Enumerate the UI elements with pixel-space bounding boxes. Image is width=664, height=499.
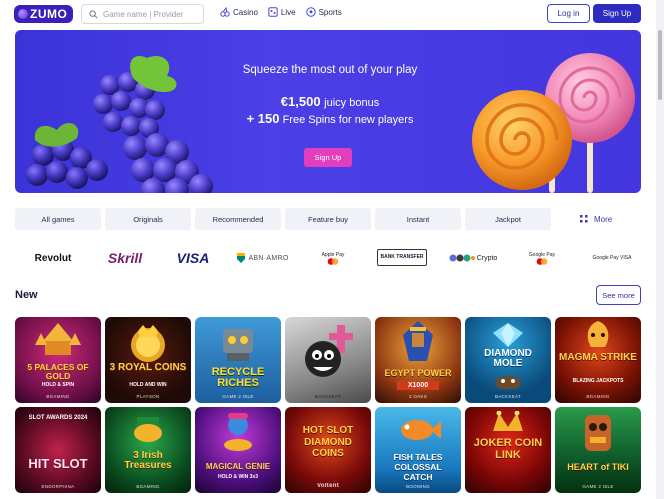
dragon-illustration [587, 321, 609, 347]
mastercard-icon-2 [536, 257, 548, 265]
soccer-ball-icon [305, 7, 316, 17]
tab-instant[interactable]: Instant [375, 208, 461, 230]
more-tabs-button[interactable]: More [580, 208, 612, 230]
game-card[interactable]: MAGMA STRIKE BLAZING JACKPOTS BGAMING [555, 317, 641, 403]
crypto-coins-icon [449, 254, 475, 262]
hero-signup-button[interactable]: Sign Up [304, 148, 352, 167]
scrollbar-thumb[interactable] [658, 30, 662, 100]
game-card[interactable]: MAGICAL GENIE HOLD & WIN 3x3 [195, 407, 281, 493]
mole-illustration [495, 376, 521, 389]
game-card[interactable]: DIAMOND MOLE BACKSEAT [465, 317, 551, 403]
pot-of-gold-illustration [134, 417, 162, 442]
main-nav: Casino Live Sports [220, 7, 342, 17]
fish-illustration [401, 420, 441, 440]
nav-sports-label: Sports [318, 7, 342, 17]
cherries-icon [220, 7, 230, 17]
hero-bonus: €1,500 juicy bonus [205, 94, 455, 109]
search-input[interactable]: Game name | Provider [81, 4, 204, 24]
tab-all-games[interactable]: All games [15, 208, 101, 230]
revolut-logo: Revolut [34, 252, 72, 264]
abn-amro-logo: ABN·AMRO [235, 246, 291, 270]
logo-badge: ZUMO [14, 5, 74, 23]
diamond-illustration [493, 323, 523, 347]
visa-logo: VISA [176, 250, 210, 266]
hero-tagline: Squeeze the most out of your play [242, 64, 418, 76]
bonus-text: juicy bonus [324, 97, 380, 109]
google-pay-logo: Google Pay [520, 246, 564, 270]
game-card[interactable]: 3 ROYAL COINS HOLD AND WIN PLAYSON [105, 317, 191, 403]
payment-methods: Revolut Skrill VISA ABN·AMRO Apple Pay B… [15, 246, 645, 270]
game-card[interactable]: RECYCLE RICHES GAME 2 ISLE [195, 317, 281, 403]
page: ZUMO Game name | Provider Casino Live Sp… [0, 0, 664, 499]
top-header: ZUMO Game name | Provider Casino Live Sp… [0, 0, 656, 30]
signup-button[interactable]: Sign Up [593, 4, 641, 23]
search-icon [89, 9, 98, 18]
nav-live-label: Live [280, 7, 296, 17]
nav-live[interactable]: Live [268, 7, 296, 17]
game-card[interactable]: EGYPT POWER X1000 3 OAKS [375, 317, 461, 403]
game-card[interactable]: BACKSEAT [285, 317, 371, 403]
nav-casino[interactable]: Casino [220, 7, 258, 17]
game-card[interactable]: SLOT AWARDS 2024 HIT SLOT ENDORPHINA [15, 407, 101, 493]
logo[interactable]: ZUMO [14, 4, 74, 24]
mastercard-icon [327, 257, 339, 265]
login-button[interactable]: Log in [547, 4, 590, 23]
grid-icon [580, 215, 588, 223]
palace-illustration [35, 323, 81, 355]
tiki-mask-illustration [585, 415, 611, 451]
search-placeholder: Game name | Provider [103, 9, 184, 19]
bank-transfer-logo: BANK TRANSFER [377, 249, 427, 266]
game-card[interactable]: HOT SLOT DIAMOND COINS Voltent [285, 407, 371, 493]
game-card[interactable]: 3 Irish Treasures BGAMING [105, 407, 191, 493]
pharaoh-illustration [403, 321, 433, 361]
game-card[interactable]: 5 PALACES OF GOLD HOLD & SPIN BGAMING [15, 317, 101, 403]
grape-icon [18, 9, 28, 19]
nav-sports[interactable]: Sports [305, 7, 342, 17]
game-card[interactable]: FISH TALES COLOSSAL CATCH BOOMING [375, 407, 461, 493]
live-icon [268, 7, 278, 17]
bonus-amount: €1,500 [280, 94, 321, 109]
robot-illustration [223, 329, 253, 361]
tab-recommended[interactable]: Recommended [195, 208, 281, 230]
category-tabs: All games Originals Recommended Feature … [15, 208, 645, 230]
tab-feature-buy[interactable]: Feature buy [285, 208, 371, 230]
genie-illustration [224, 413, 252, 451]
game-card[interactable]: JOKER COIN LINK [465, 407, 551, 493]
game-card[interactable]: HEART of TIKI GAME 2 ISLE [555, 407, 641, 493]
abn-amro-shield-icon [237, 253, 246, 263]
joker-hat-illustration [493, 411, 523, 431]
promo-banner[interactable]: Squeeze the most out of your play €1,500… [15, 30, 641, 193]
cartoon-character-illustration [305, 325, 353, 377]
skrill-logo: Skrill [107, 250, 143, 266]
logo-text: ZUMO [30, 7, 68, 21]
page-scrollbar[interactable] [656, 0, 664, 499]
crypto-logo: Crypto [445, 246, 501, 270]
google-pay-visa-logo: Google Pay VISA [592, 255, 632, 261]
lollipop-illustration [472, 53, 635, 193]
tab-originals[interactable]: Originals [105, 208, 191, 230]
spins-text: Free Spins for new players [282, 114, 414, 126]
tab-jackpot[interactable]: Jackpot [465, 208, 551, 230]
section-title-new: New [15, 289, 38, 301]
coin-illustration [131, 325, 165, 362]
see-more-button[interactable]: See more [596, 285, 641, 305]
apple-pay-logo: Apple Pay [315, 246, 351, 270]
more-label: More [594, 214, 613, 224]
blackberry-illustration [26, 56, 213, 193]
nav-casino-label: Casino [233, 7, 258, 17]
spins-amount: + 150 [246, 111, 280, 126]
hero-spins: + 150 Free Spins for new players [205, 111, 455, 126]
